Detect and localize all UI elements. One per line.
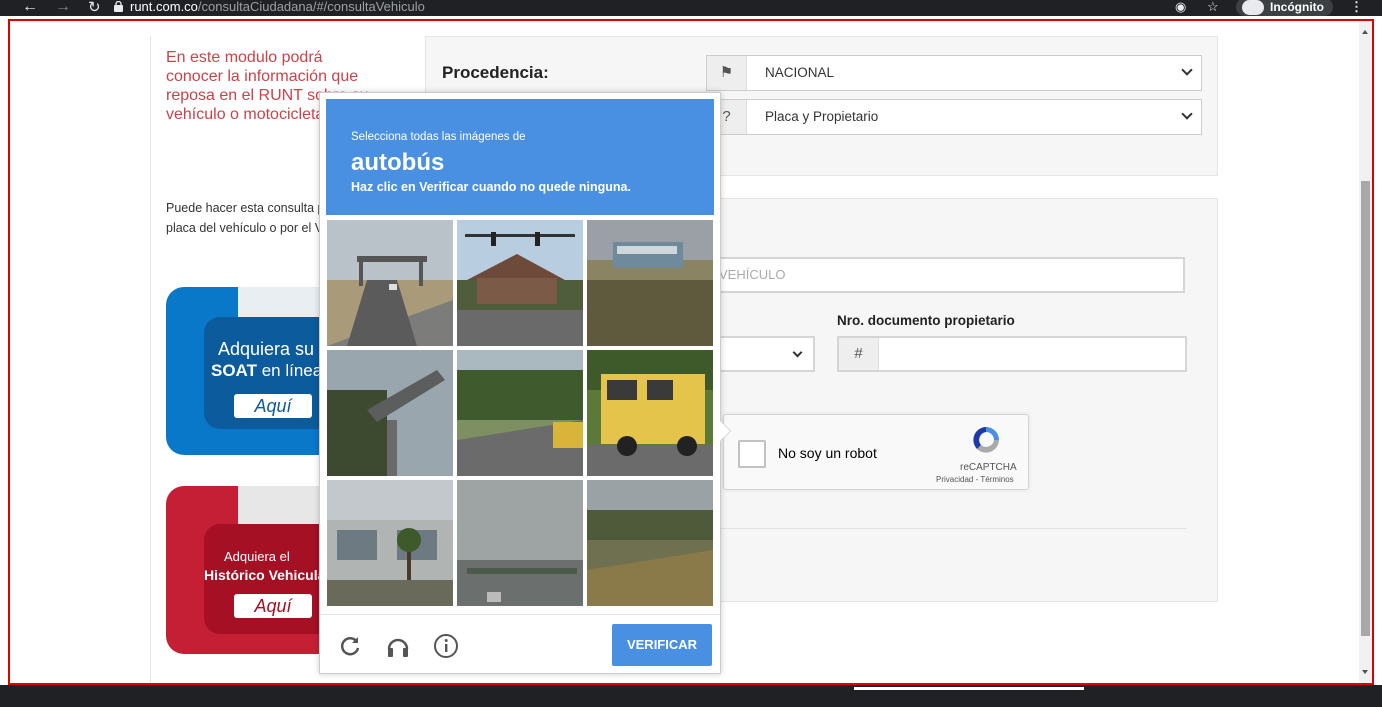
captcha-footer: VERIFICAR [320, 614, 720, 674]
captcha-tile-4[interactable] [327, 350, 453, 476]
back-icon[interactable]: ← [22, 0, 38, 16]
browser-toolbar: ← → ↻ runt.com.co/consultaCiudadana/#/co… [0, 0, 1382, 16]
trees-sign-image [327, 350, 453, 476]
captcha-header: Selecciona todas las imágenes de autobús… [326, 99, 714, 215]
historico-banner[interactable]: Adquiera el Histórico Vehicular Aquí [166, 486, 336, 654]
taskbar-strip [0, 685, 1382, 707]
recaptcha-widget: No soy un robot reCAPTCHA Privacidad - T… [723, 414, 1029, 490]
scroll-up-icon[interactable] [1362, 30, 1368, 34]
scroll-down-icon[interactable] [1362, 670, 1368, 674]
reload-icon[interactable]: ↻ [88, 0, 101, 16]
tipo-consulta-select[interactable]: ? Placa y Propietario [706, 99, 1202, 135]
placa-input[interactable]: VEHÍCULO [715, 257, 1185, 293]
verify-button[interactable]: VERIFICAR [612, 624, 712, 666]
headphones-icon[interactable] [385, 633, 411, 659]
eye-off-icon[interactable]: ◉ [1175, 0, 1186, 14]
hash-icon: # [839, 338, 879, 370]
forward-icon[interactable]: → [55, 0, 71, 16]
captcha-target-word: autobús [351, 149, 445, 176]
documento-input[interactable]: # [837, 336, 1187, 372]
historico-aqui-button[interactable]: Aquí [234, 594, 312, 618]
address-bar[interactable]: runt.com.co/consultaCiudadana/#/consulta… [130, 0, 425, 14]
scrollbar-thumb[interactable] [1361, 181, 1370, 636]
captcha-tile-8[interactable] [457, 480, 583, 606]
soat-banner[interactable]: Adquiera su SOAT en línea Aquí [166, 287, 336, 455]
captcha-tile-3[interactable] [587, 220, 713, 346]
recaptcha-logo-icon [973, 427, 999, 453]
noisy-bus-image [587, 220, 713, 346]
captcha-tile-2[interactable] [457, 220, 583, 346]
soat-aqui-button[interactable]: Aquí [234, 394, 312, 418]
chevron-down-icon [1181, 64, 1193, 76]
school-bus-image [587, 350, 713, 476]
procedencia-select[interactable]: ⚑ NACIONAL [706, 55, 1202, 91]
noisy-grass-image [587, 480, 713, 606]
incognito-badge[interactable]: Incógnito [1236, 0, 1333, 16]
captcha-tile-1[interactable] [327, 220, 453, 346]
captcha-image-grid [327, 220, 715, 608]
captcha-tile-5[interactable] [457, 350, 583, 476]
building-palms-image [327, 480, 453, 606]
captcha-tile-9[interactable] [587, 480, 713, 606]
captcha-challenge: Selecciona todas las imágenes de autobús… [319, 92, 730, 674]
noisy-highway-image [457, 480, 583, 606]
scrollbar[interactable] [1359, 21, 1372, 683]
recaptcha-checkbox[interactable] [738, 440, 766, 468]
procedencia-label: Procedencia: [442, 63, 549, 82]
road-bus-partial-image [457, 350, 583, 476]
chevron-down-icon [1181, 108, 1193, 120]
info-icon[interactable] [433, 633, 459, 659]
star-icon[interactable]: ☆ [1207, 0, 1219, 14]
tipo-documento-select[interactable] [715, 336, 815, 372]
captcha-tile-7[interactable] [327, 480, 453, 606]
reload-icon[interactable] [337, 633, 363, 659]
doc-label: Nro. documento propietario [837, 313, 1015, 328]
popup-pointer [720, 421, 730, 441]
menu-icon[interactable]: ⋮ [1350, 0, 1363, 14]
road-gantry-image [327, 220, 453, 346]
recaptcha-links[interactable]: Privacidad - Términos [936, 475, 1014, 484]
traffic-light-image [457, 220, 583, 346]
chevron-down-icon [792, 347, 803, 358]
lock-icon [114, 1, 123, 12]
captcha-tile-6[interactable] [587, 350, 713, 476]
map-icon: ⚑ [707, 56, 747, 90]
incognito-icon [1242, 0, 1264, 15]
